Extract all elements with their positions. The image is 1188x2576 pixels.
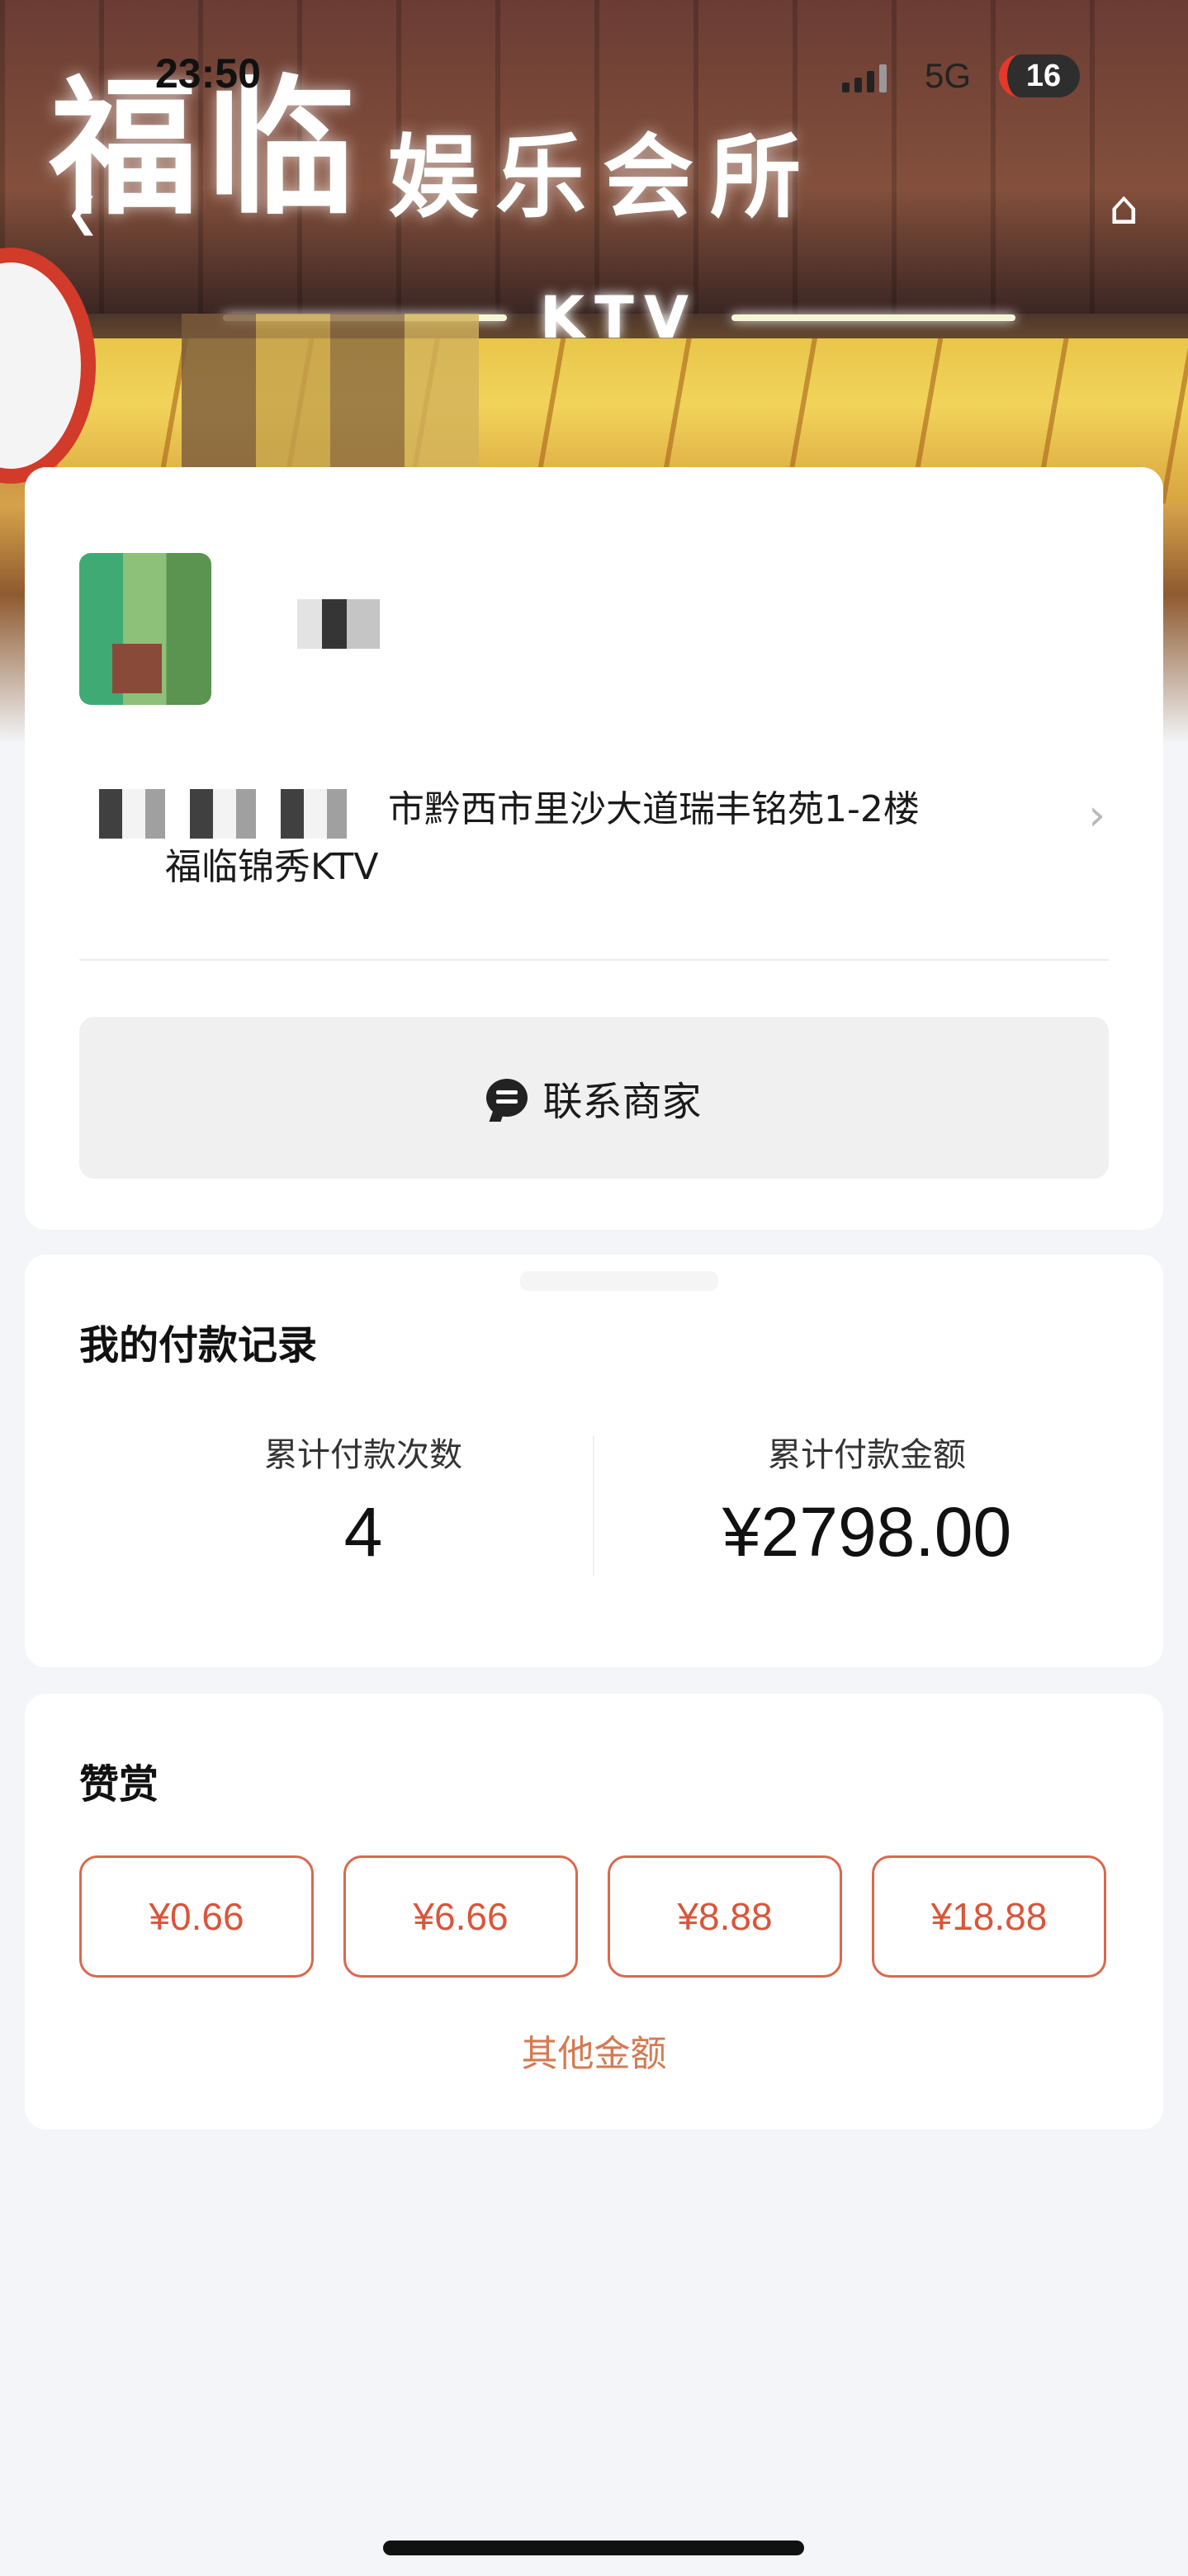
- status-time: 23:50: [155, 50, 261, 97]
- payment-record-card: 我的付款记录 累计付款次数 4 累计付款金额 ¥2798.00: [25, 1255, 1163, 1667]
- home-icon[interactable]: ⌂: [1109, 182, 1138, 235]
- merchant-avatar: [79, 553, 211, 705]
- home-indicator[interactable]: [383, 2541, 804, 2555]
- chat-bubble-icon: [486, 1079, 528, 1117]
- payment-count-stat: 累计付款次数 4: [116, 1428, 611, 1572]
- tip-card: 赞赏 ¥0.66 ¥6.66 ¥8.88 ¥18.88 其他金额: [25, 1694, 1163, 2129]
- tip-option-button[interactable]: ¥0.66: [79, 1855, 314, 1978]
- divider: [79, 959, 1109, 961]
- contact-merchant-button[interactable]: 联系商家: [79, 1017, 1109, 1179]
- back-arrow-icon[interactable]: ❮: [66, 190, 99, 236]
- tip-option-button[interactable]: ¥8.88: [608, 1855, 842, 1978]
- tip-options: ¥0.66 ¥6.66 ¥8.88 ¥18.88: [79, 1855, 1106, 1978]
- chevron-right-icon[interactable]: ›: [1088, 791, 1105, 840]
- network-label: 5G: [925, 56, 972, 95]
- payment-record-title: 我的付款记录: [79, 1322, 318, 1368]
- other-amount-link[interactable]: 其他金额: [25, 2024, 1163, 2077]
- address-line-2: 福临锦秀KTV: [165, 846, 379, 888]
- tip-option-button[interactable]: ¥6.66: [343, 1855, 578, 1978]
- tip-option-button[interactable]: ¥18.88: [872, 1855, 1106, 1978]
- merchant-address[interactable]: 市黔西市里沙大道瑞丰铭苑1-2楼 福临锦秀KTV: [149, 781, 1040, 896]
- payment-count-value: 4: [343, 1493, 383, 1571]
- watermark: [520, 1271, 718, 1291]
- signal-icon: [842, 64, 887, 92]
- mosaic-blur: [182, 314, 479, 479]
- battery-icon: 16: [999, 54, 1080, 97]
- address-line-1: 市黔西市里沙大道瑞丰铭苑1-2楼: [388, 788, 920, 830]
- sign-subtitle: 娱乐会所: [388, 124, 818, 230]
- tip-title: 赞赏: [79, 1761, 159, 1808]
- stat-divider: [593, 1436, 594, 1576]
- merchant-card: 市黔西市里沙大道瑞丰铭苑1-2楼 福临锦秀KTV › 联系商家: [25, 467, 1163, 1230]
- payment-amount-label: 累计付款金额: [768, 1436, 966, 1474]
- payment-amount-value: ¥2798.00: [722, 1493, 1012, 1571]
- contact-merchant-label: 联系商家: [542, 1079, 702, 1125]
- status-bar: 23:50 5G 16: [0, 50, 1188, 116]
- payment-amount-stat: 累计付款金额 ¥2798.00: [619, 1428, 1115, 1572]
- merchant-name-redacted: [297, 599, 380, 649]
- payment-count-label: 累计付款次数: [264, 1436, 462, 1474]
